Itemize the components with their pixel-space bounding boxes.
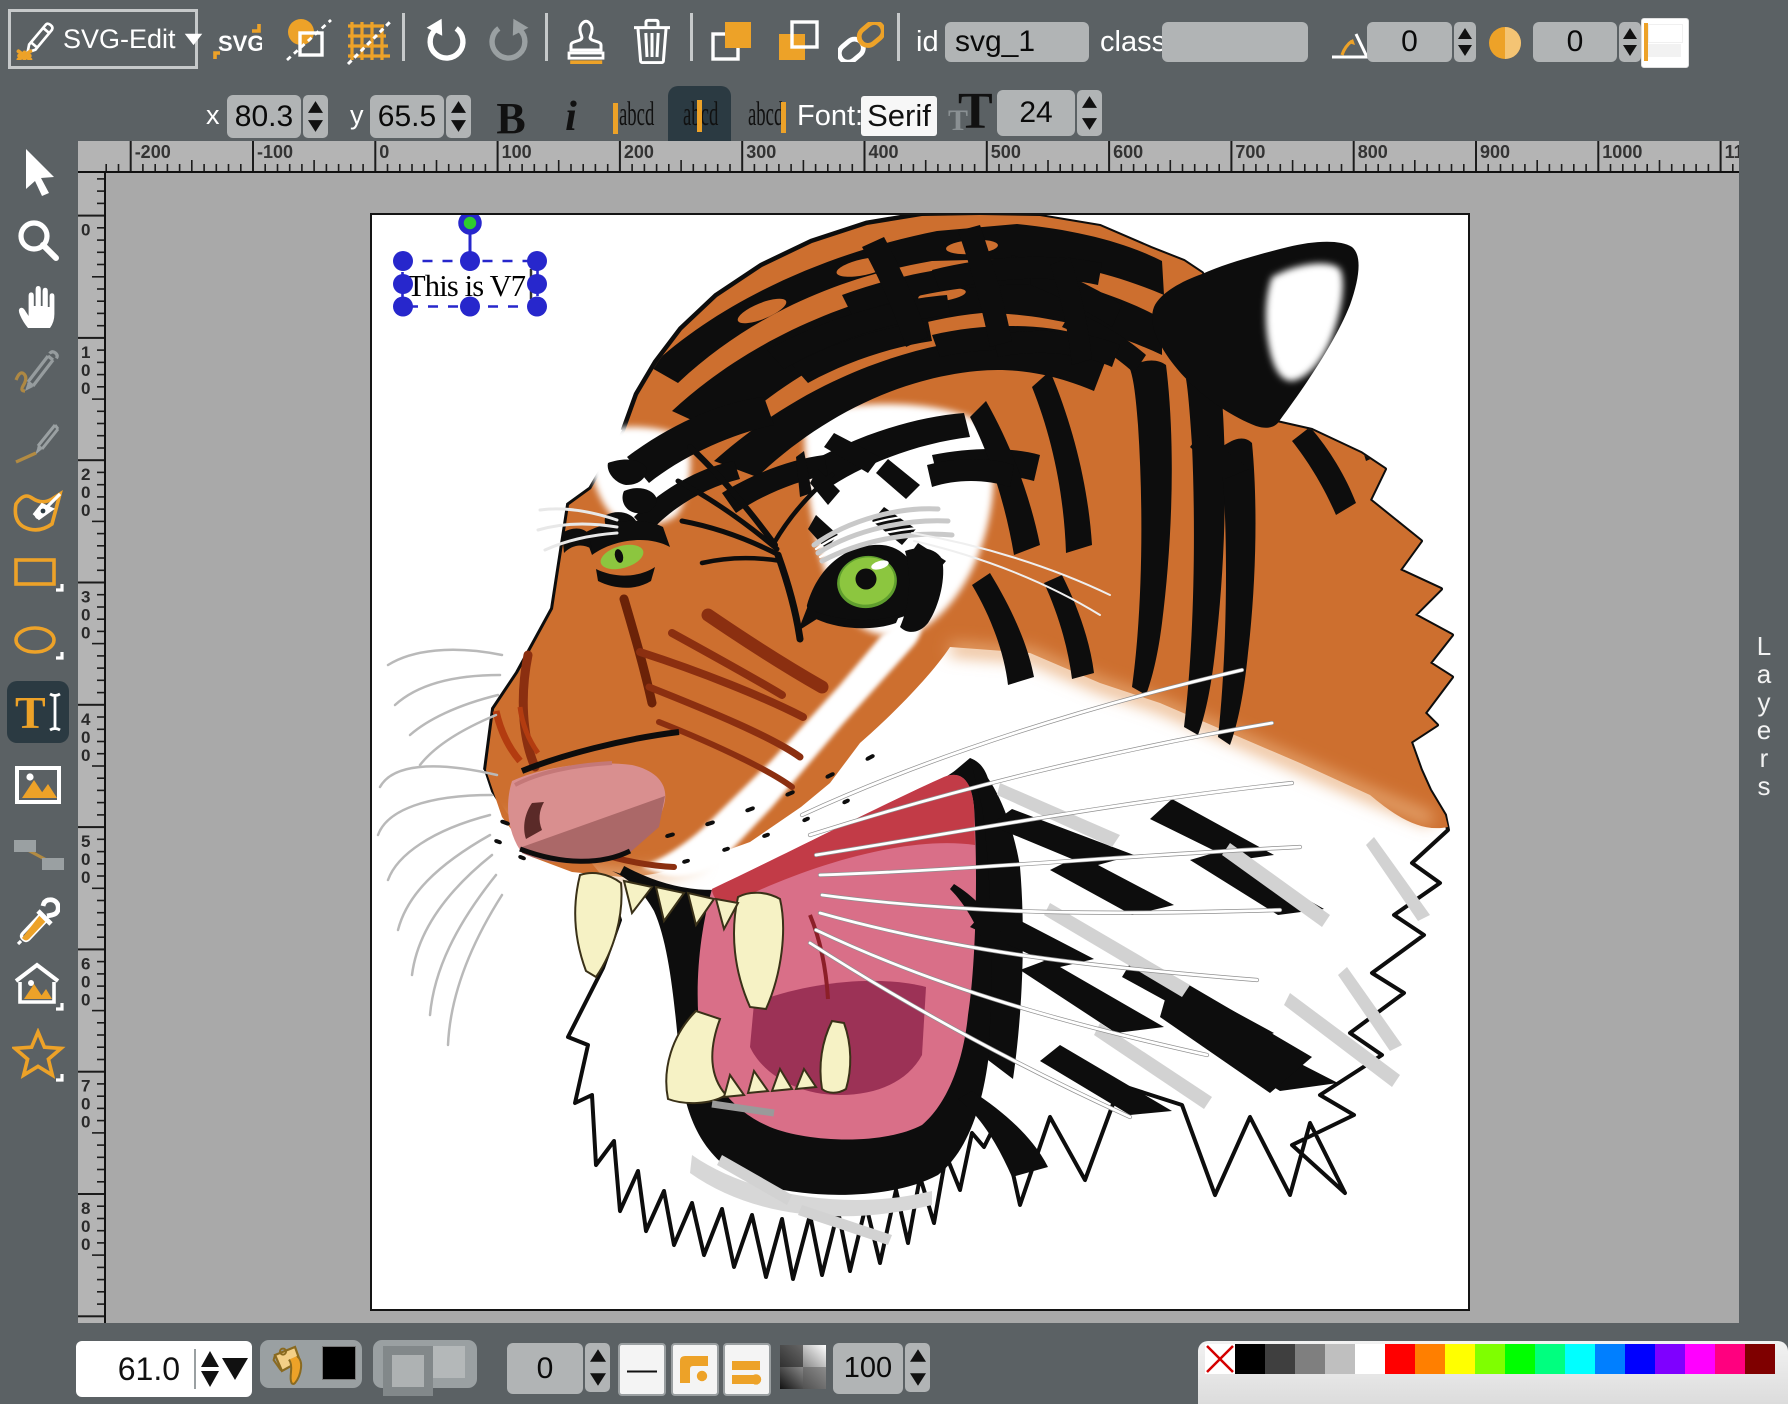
svg-text:300: 300 [746, 142, 776, 162]
svg-text:800: 800 [1358, 142, 1388, 162]
svg-text:0: 0 [81, 1217, 90, 1236]
svg-text:200: 200 [624, 142, 654, 162]
svg-text:SVG: SVG [218, 31, 262, 56]
svg-text:0: 0 [81, 624, 90, 643]
svg-text:400: 400 [869, 142, 899, 162]
svg-text:5: 5 [81, 832, 90, 851]
svg-text:-100: -100 [257, 142, 293, 162]
svg-text:0: 0 [81, 221, 90, 240]
svg-text:0: 0 [81, 972, 90, 991]
svg-text:0: 0 [81, 1095, 90, 1114]
svg-text:0: 0 [81, 606, 90, 625]
svg-text:0: 0 [81, 868, 90, 887]
svg-text:0: 0 [81, 850, 90, 869]
svg-text:0: 0 [81, 1235, 90, 1254]
svg-text:700: 700 [1235, 142, 1265, 162]
svg-text:1: 1 [81, 343, 90, 362]
svg-text:3: 3 [81, 588, 90, 607]
svg-text:0: 0 [81, 501, 90, 520]
svg-text:6: 6 [81, 954, 90, 973]
svg-text:4: 4 [81, 710, 91, 729]
svg-text:-200: -200 [135, 142, 171, 162]
svg-text:0: 0 [81, 990, 90, 1009]
svg-text:1100: 1100 [1725, 142, 1739, 162]
svg-text:0: 0 [81, 483, 90, 502]
svg-text:0: 0 [81, 728, 90, 747]
svg-text:900: 900 [1480, 142, 1510, 162]
svg-text:7: 7 [81, 1077, 90, 1096]
svg-text:8: 8 [81, 1199, 90, 1218]
svg-text:0: 0 [81, 379, 90, 398]
svg-text:100: 100 [502, 142, 532, 162]
svg-text:0: 0 [81, 361, 90, 380]
svg-text:600: 600 [1113, 142, 1143, 162]
svg-text:500: 500 [991, 142, 1021, 162]
svg-text:0: 0 [81, 746, 90, 765]
svg-text:1000: 1000 [1602, 142, 1642, 162]
svg-text:2: 2 [81, 465, 90, 484]
svg-text:0: 0 [81, 1113, 90, 1132]
svg-text:0: 0 [379, 142, 389, 162]
